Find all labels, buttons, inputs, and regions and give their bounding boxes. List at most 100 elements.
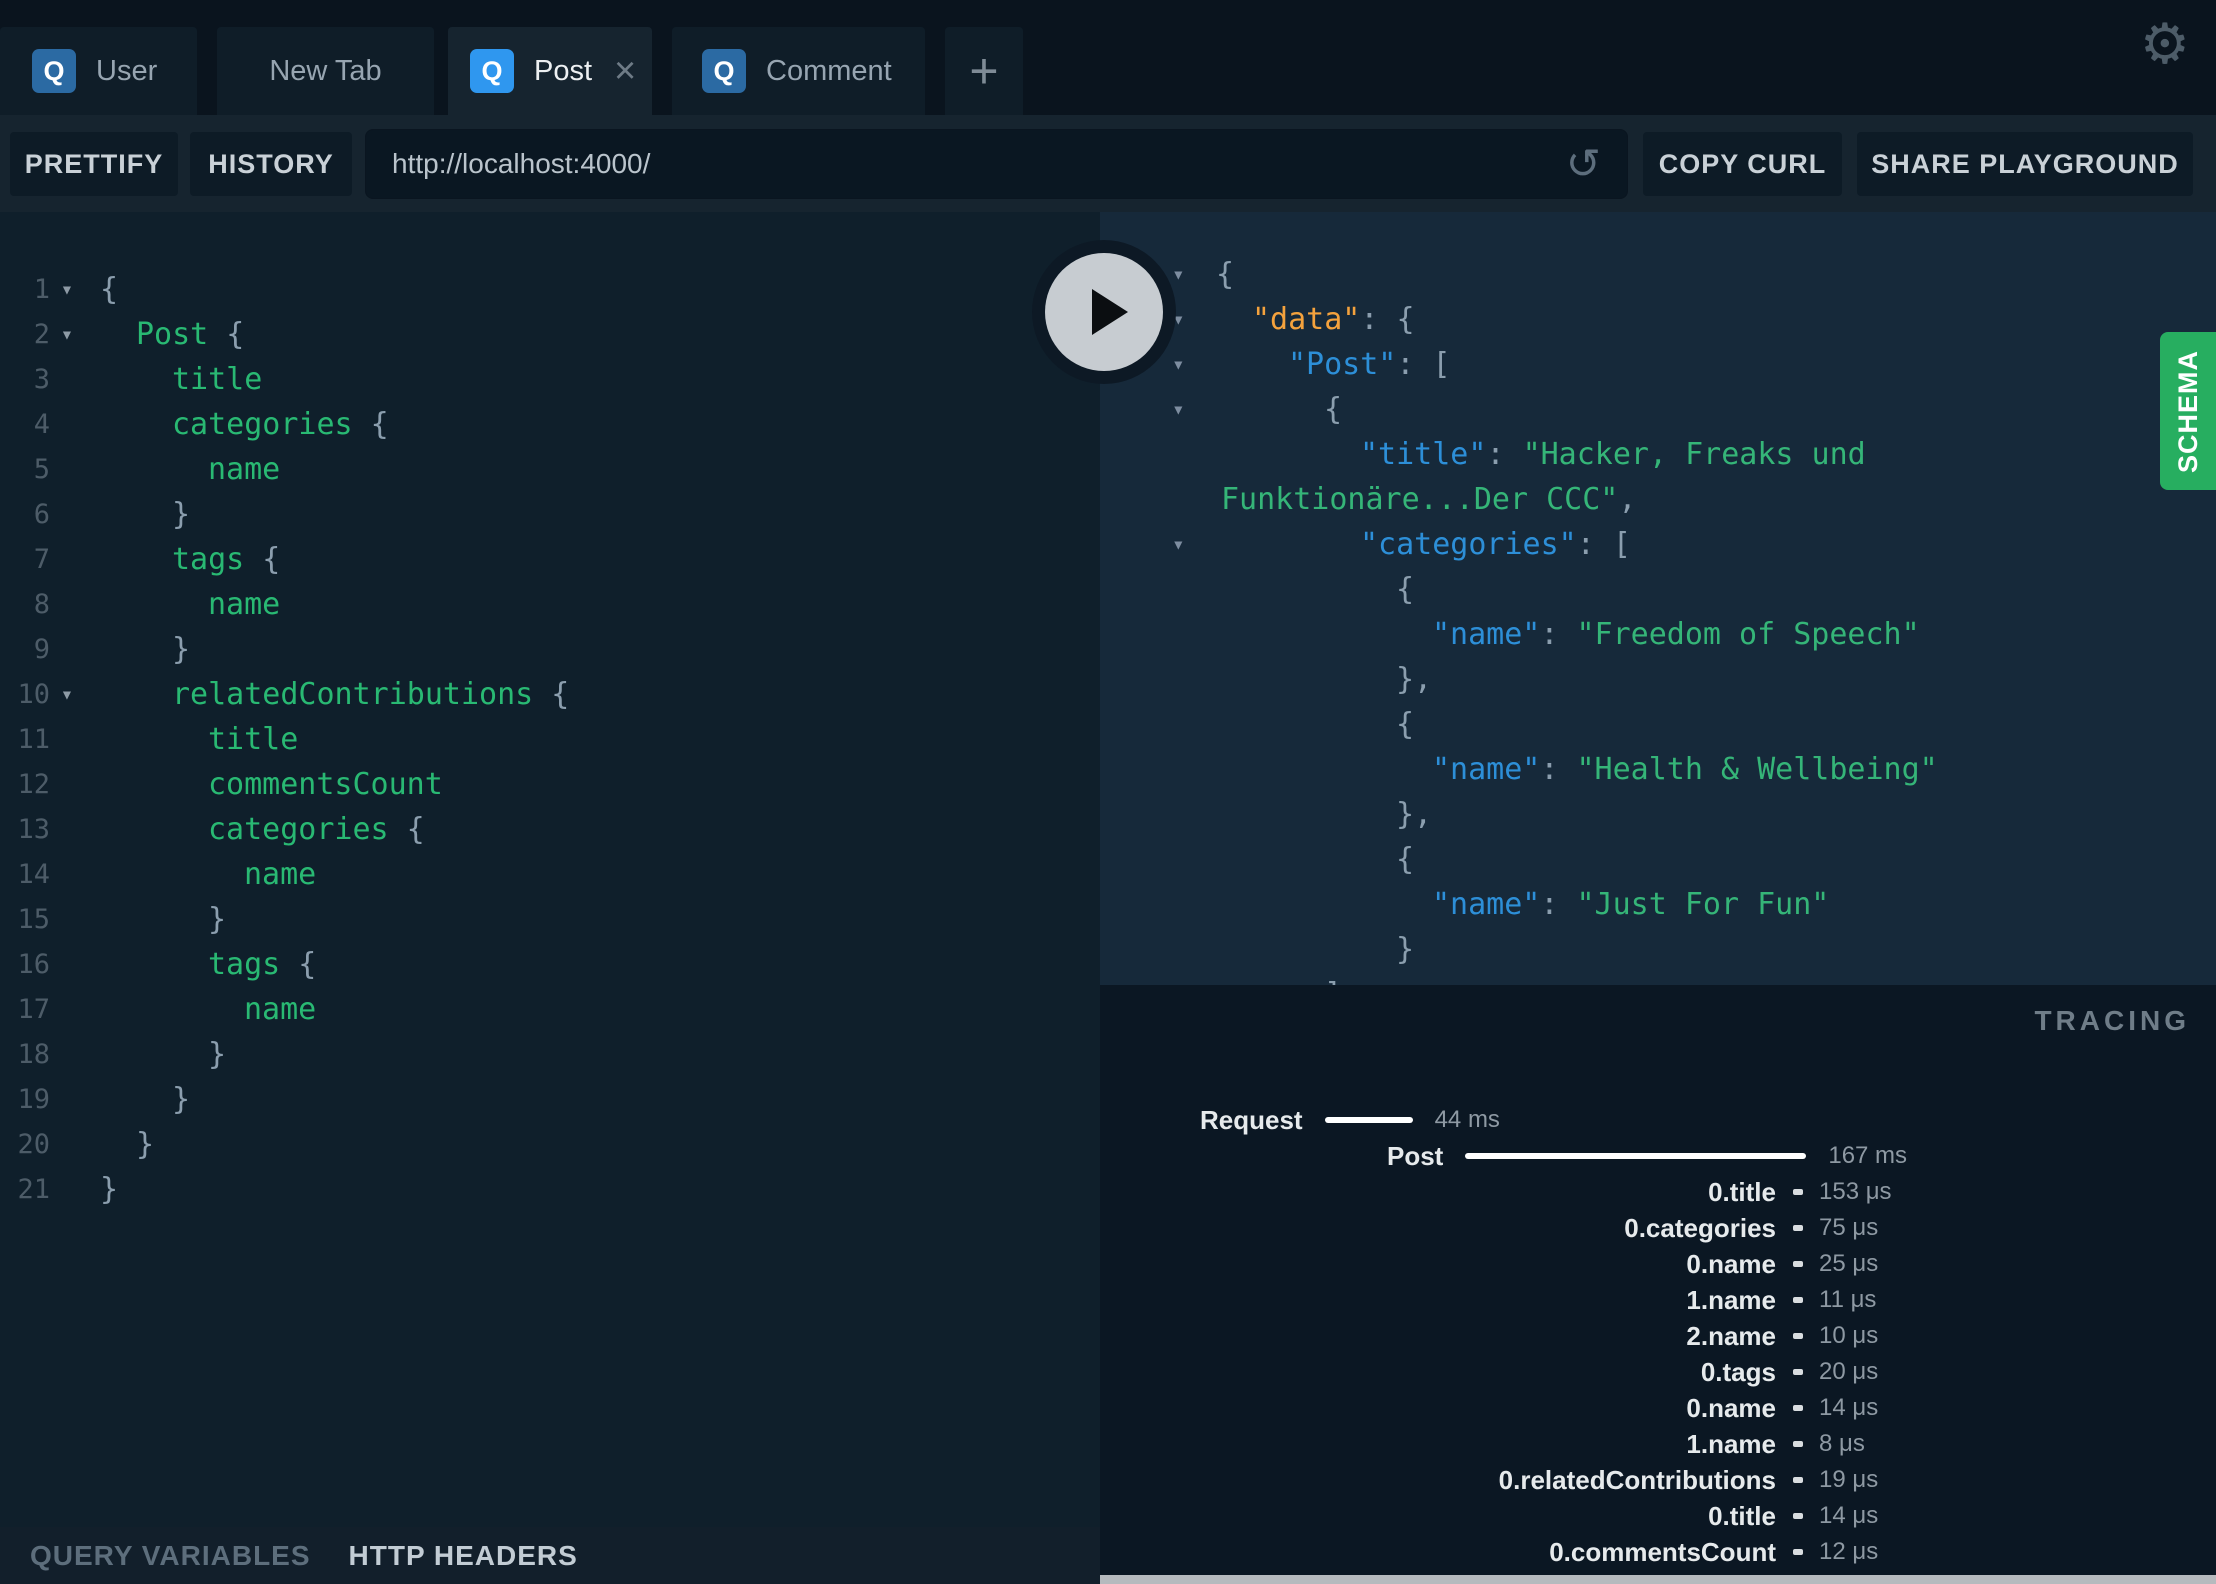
trace-label: 1.name xyxy=(1686,1428,1776,1459)
tracing-field-row: 0.commentsCount 12 μs xyxy=(1100,1534,2216,1570)
execute-query-button[interactable] xyxy=(1032,240,1176,384)
code-token: : xyxy=(1540,617,1577,652)
json-text: { xyxy=(1216,252,1234,297)
line-number: 12 xyxy=(17,769,50,800)
fold-arrow-icon[interactable]: ▾ xyxy=(50,312,84,357)
tracing-panel: TRACING Request 44 ms Post 167 ms 0.title 153… xyxy=(1100,985,2216,1584)
editor-line: 14 name xyxy=(0,852,1100,897)
editor-line: 2 ▾ Post { xyxy=(0,312,1100,357)
tracing-field-row: 0.categories 75 μs xyxy=(1100,1210,2216,1246)
fold-gutter xyxy=(1172,972,1216,985)
fold-arrow-icon[interactable]: ▾ xyxy=(50,672,84,717)
fold-arrow-icon[interactable]: ▾ xyxy=(1172,387,1216,432)
code-token: name xyxy=(244,992,317,1027)
trace-label: 2.name xyxy=(1686,1320,1776,1351)
settings-gear-icon[interactable]: ⚙ xyxy=(2140,16,2190,72)
http-headers-tab[interactable]: HTTP HEADERS xyxy=(349,1540,578,1572)
add-tab-button[interactable]: + xyxy=(945,27,1023,115)
line-number: 10 xyxy=(17,679,50,710)
play-button-circle xyxy=(1045,253,1163,371)
trace-label: 0.name xyxy=(1686,1392,1776,1423)
trace-label: 0.categories xyxy=(1624,1212,1776,1243)
query-editor[interactable]: 1 ▾{2 ▾ Post {3 title 4 categories {5 name 6} 7 ta… xyxy=(0,212,1100,1527)
json-text: { xyxy=(1216,387,1342,432)
code-text: title xyxy=(84,357,262,402)
horizontal-scrollbar[interactable] xyxy=(1100,1575,2216,1584)
code-token: { xyxy=(1396,572,1415,607)
code-token: : [ xyxy=(1396,347,1451,382)
code-token: { xyxy=(208,317,245,352)
prettify-button[interactable]: PRETTIFY xyxy=(10,132,178,196)
trace-duration: 167 ms xyxy=(1828,1142,1908,1169)
code-token: { xyxy=(352,407,389,442)
line-number: 2 xyxy=(33,319,50,350)
trace-label: 1.name xyxy=(1686,1284,1776,1315)
code-text: relatedContributions { xyxy=(84,672,569,717)
fold-gutter xyxy=(50,987,84,1032)
line-number: 14 xyxy=(17,859,50,890)
tab-new-tab[interactable]: New Tab xyxy=(217,27,434,115)
tab-comment[interactable]: Q Comment xyxy=(672,27,925,115)
code-token: "name" xyxy=(1432,887,1541,922)
fold-arrow-icon[interactable]: ▾ xyxy=(1172,342,1216,387)
editor-line: 17 name xyxy=(0,987,1100,1032)
trace-label: 0.title xyxy=(1708,1500,1776,1531)
fold-gutter xyxy=(50,762,84,807)
code-token: } xyxy=(1396,932,1415,967)
fold-arrow-icon[interactable]: ▾ xyxy=(1172,252,1216,297)
fold-arrow-icon[interactable]: ▾ xyxy=(1172,522,1216,567)
toolbar: PRETTIFY HISTORY http://localhost:4000/ … xyxy=(0,115,2216,212)
trace-duration: 14 μs xyxy=(1819,1502,1879,1529)
code-text: name xyxy=(84,987,316,1032)
tracing-field-row: 0.relatedContributions 19 μs xyxy=(1100,1462,2216,1498)
code-text: } xyxy=(84,1032,226,1077)
code-token: : xyxy=(1540,752,1577,787)
code-token: name xyxy=(208,587,281,622)
trace-duration: 8 μs xyxy=(1819,1430,1865,1457)
tab-bar: Q User New Tab Q Post × Q Comment + ⚙ xyxy=(0,0,2216,115)
fold-gutter xyxy=(50,1122,84,1167)
fold-gutter xyxy=(50,582,84,627)
response-line: ▾ "data": { xyxy=(1100,297,2216,342)
code-token: ] xyxy=(1324,977,1342,985)
response-line: ▾{ xyxy=(1100,252,2216,297)
query-variables-tab[interactable]: QUERY VARIABLES xyxy=(30,1540,311,1572)
response-line: ] xyxy=(1100,972,2216,985)
code-token: "Health & Wellbeing" xyxy=(1576,752,1938,787)
endpoint-url-value: http://localhost:4000/ xyxy=(392,148,651,179)
trace-duration: 11 μs xyxy=(1819,1286,1877,1313)
response-line: { xyxy=(1100,702,2216,747)
fold-gutter xyxy=(1172,747,1216,792)
copy-curl-button[interactable]: COPY CURL xyxy=(1643,132,1842,196)
trace-label: 0.tags xyxy=(1700,1356,1776,1387)
tracing-title: TRACING xyxy=(2034,1005,2190,1036)
tab-post[interactable]: Q Post × xyxy=(448,27,652,115)
line-number: 21 xyxy=(17,1174,50,1205)
response-line: }, xyxy=(1100,657,2216,702)
trace-bar xyxy=(1792,1405,1803,1411)
fold-arrow-icon[interactable]: ▾ xyxy=(50,267,84,312)
json-text: "data": { xyxy=(1216,297,1415,342)
code-text: tags { xyxy=(84,942,316,987)
code-text: Post { xyxy=(84,312,244,357)
fold-arrow-icon[interactable]: ▾ xyxy=(1172,297,1216,342)
history-button[interactable]: HISTORY xyxy=(190,132,352,196)
share-playground-button[interactable]: SHARE PLAYGROUND xyxy=(1857,132,2193,196)
code-token: { xyxy=(100,272,119,307)
code-token: { xyxy=(1216,257,1235,292)
code-token: } xyxy=(208,1037,227,1072)
line-number: 7 xyxy=(33,544,50,575)
trace-duration: 14 μs xyxy=(1819,1394,1879,1421)
tab-user[interactable]: Q User xyxy=(0,27,197,115)
editor-line: 1 ▾ { xyxy=(0,267,1100,312)
response-line: ▾ "categories": [ xyxy=(1100,522,2216,567)
reload-icon[interactable]: ↺ xyxy=(1566,143,1601,185)
schema-side-tab[interactable]: SCHEMA xyxy=(2160,332,2216,490)
fold-gutter xyxy=(1172,927,1216,972)
line-number: 20 xyxy=(17,1129,50,1160)
close-icon[interactable]: × xyxy=(614,52,636,90)
trace-label: 0.relatedContributions xyxy=(1498,1464,1776,1495)
tracing-field-row: 0.title 153 μs xyxy=(1100,1174,2216,1210)
endpoint-url-input[interactable]: http://localhost:4000/ ↺ xyxy=(365,129,1628,199)
fold-gutter xyxy=(50,717,84,762)
